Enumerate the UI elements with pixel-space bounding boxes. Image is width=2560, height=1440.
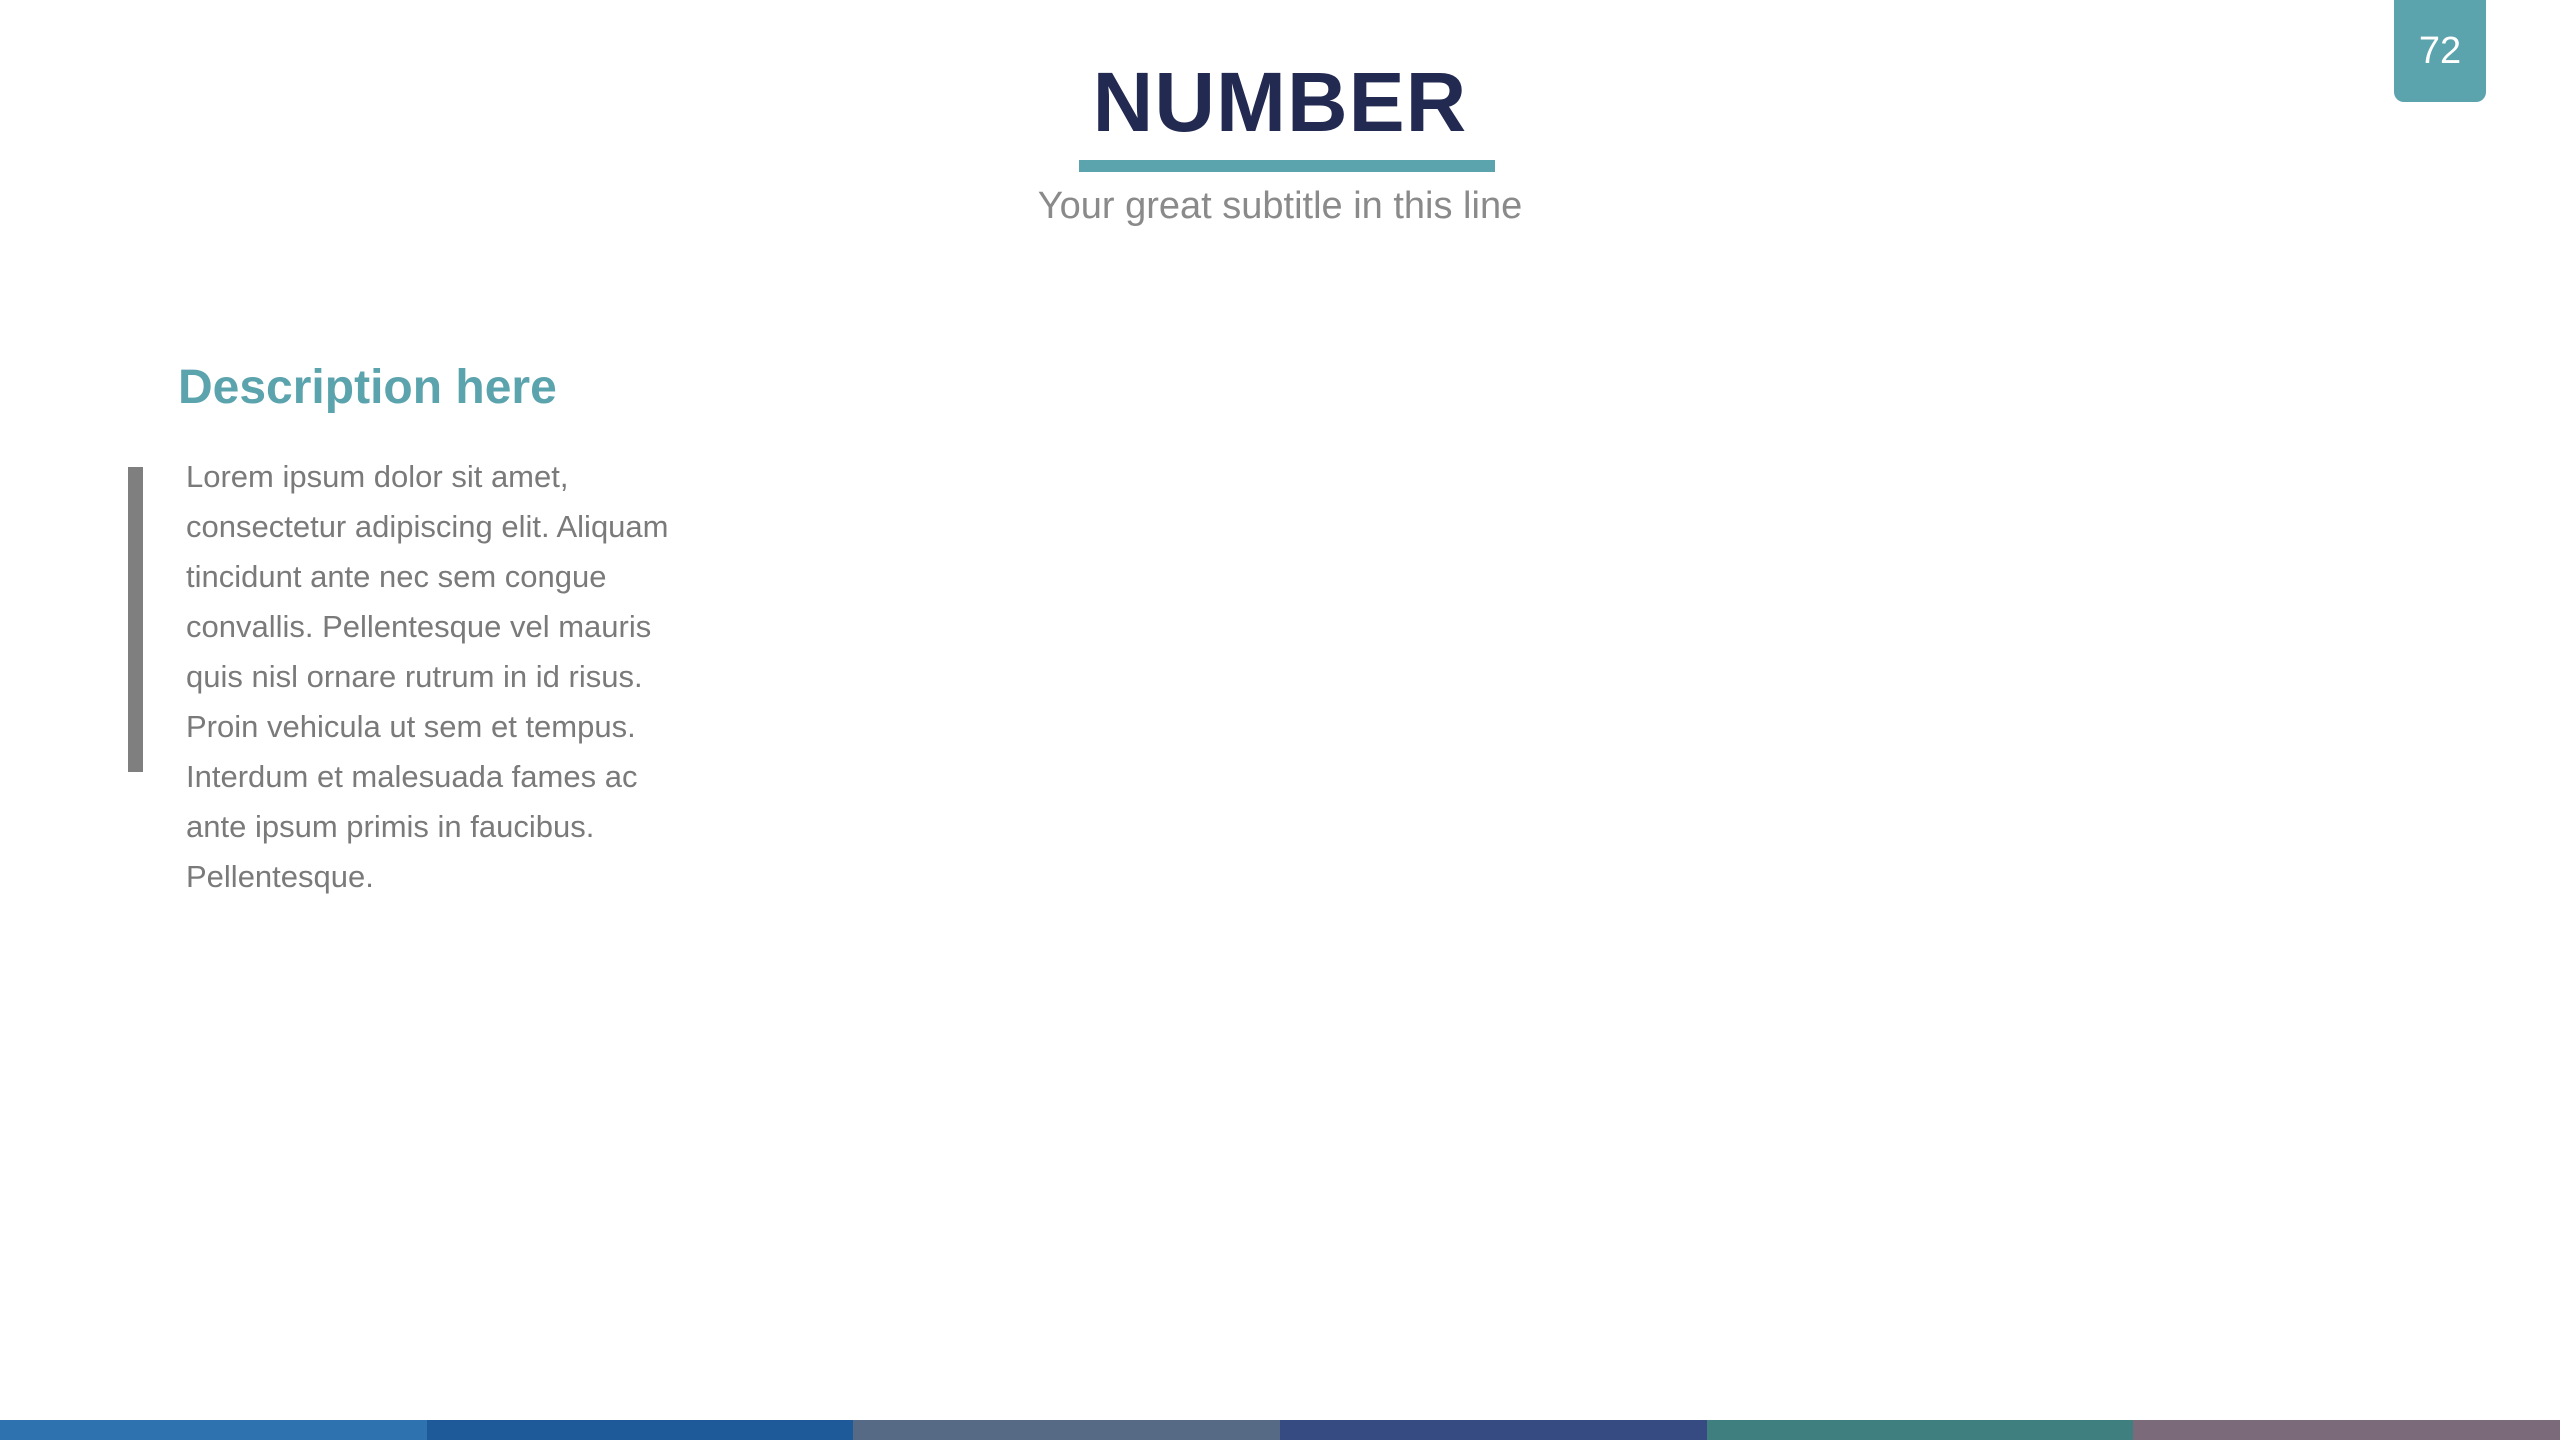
footer-segment xyxy=(853,1420,1281,1440)
slide-title: NUMBER xyxy=(1092,55,1468,149)
footer-segment xyxy=(426,1420,854,1440)
title-underline xyxy=(1079,160,1495,172)
description-body: Lorem ipsum dolor sit amet, consectetur … xyxy=(186,459,669,894)
footer-segment xyxy=(1280,1420,1707,1440)
slide: 72 NUMBER Your great subtitle in this li… xyxy=(0,0,2560,1440)
description-heading: Description here xyxy=(178,361,557,414)
footer-color-strip xyxy=(0,1420,2560,1440)
footer-segment xyxy=(0,1420,427,1440)
footer-segment xyxy=(2133,1420,2560,1440)
footer-segment xyxy=(1706,1420,2134,1440)
quote-bar xyxy=(128,467,143,772)
slide-subtitle: Your great subtitle in this line xyxy=(1037,185,1523,227)
